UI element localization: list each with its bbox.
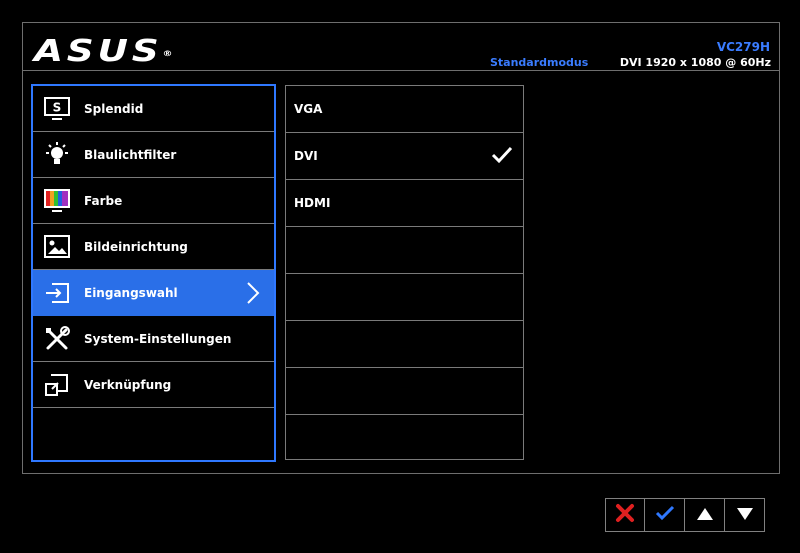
arrow-up-icon: [696, 506, 714, 525]
current-mode: Standardmodus: [490, 56, 589, 69]
menu-item-label: System-Einstellungen: [84, 331, 232, 346]
check-icon: [491, 146, 513, 168]
input-option-empty: [286, 321, 523, 368]
shortcut-icon: [42, 370, 72, 400]
close-icon: [615, 503, 635, 527]
menu-item-blaulichtfilter[interactable]: Blaulichtfilter: [33, 132, 274, 178]
color-icon: [42, 186, 72, 216]
confirm-button[interactable]: [645, 498, 685, 532]
menu-item-label: Splendid: [84, 101, 144, 116]
menu-item-bildeinrichtung[interactable]: Bildeinrichtung: [33, 224, 274, 270]
splendid-icon: S: [42, 94, 72, 124]
bluelight-filter-icon: [42, 140, 72, 170]
input-option-label: VGA: [294, 102, 323, 116]
arrow-down-icon: [736, 506, 754, 525]
menu-item-eingangswahl[interactable]: Eingangswahl: [33, 270, 274, 316]
input-option-empty: [286, 415, 523, 462]
image-setup-icon: [42, 232, 72, 262]
menu-item-label: Blaulichtfilter: [84, 147, 177, 162]
chevron-right-icon: [246, 281, 260, 309]
input-select-icon: [42, 278, 72, 308]
header-divider: [22, 70, 780, 71]
osd-nav-buttons: [605, 498, 765, 532]
input-option-label: DVI: [294, 149, 318, 163]
down-button[interactable]: [725, 498, 765, 532]
input-option-empty: [286, 368, 523, 415]
menu-item-label: Bildeinrichtung: [84, 239, 188, 254]
menu-item-label: Farbe: [84, 193, 123, 208]
signal-info: DVI 1920 x 1080 @ 60Hz: [619, 56, 771, 69]
input-option-dvi[interactable]: DVI: [286, 133, 523, 180]
input-option-vga[interactable]: VGA: [286, 86, 523, 133]
menu-item-label: Verknüpfung: [84, 377, 172, 392]
input-option-empty: [286, 227, 523, 274]
system-settings-icon: [42, 324, 72, 354]
input-option-label: HDMI: [294, 196, 331, 210]
menu-item-empty: [33, 408, 274, 454]
menu-item-system-einstellungen[interactable]: System-Einstellungen: [33, 316, 274, 362]
input-submenu: VGA DVI HDMI: [285, 85, 524, 460]
menu-item-farbe[interactable]: Farbe: [33, 178, 274, 224]
monitor-model: VC279H: [716, 40, 770, 54]
asus-logo: ASUS®: [34, 34, 173, 69]
menu-item-label: Eingangswahl: [84, 285, 178, 300]
confirm-check-icon: [655, 505, 675, 525]
svg-text:S: S: [53, 100, 62, 114]
input-option-hdmi[interactable]: HDMI: [286, 180, 523, 227]
main-menu: S Splendid Blaulichtfilter Farbe Bildein…: [31, 84, 276, 462]
input-option-empty: [286, 274, 523, 321]
menu-item-verknuepfung[interactable]: Verknüpfung: [33, 362, 274, 408]
menu-item-splendid[interactable]: S Splendid: [33, 86, 274, 132]
close-button[interactable]: [605, 498, 645, 532]
up-button[interactable]: [685, 498, 725, 532]
